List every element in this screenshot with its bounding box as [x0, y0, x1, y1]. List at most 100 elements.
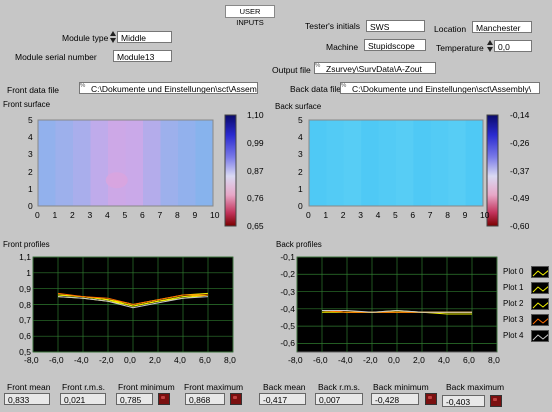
back-profiles-x-tick: 6,0 [463, 355, 475, 365]
front-profiles-x-tick: 6,0 [199, 355, 211, 365]
front-heatmap-cell [143, 120, 161, 206]
back-profiles-x-tick: -8,0 [288, 355, 303, 365]
front-rms-label: Front r.m.s. [62, 382, 105, 392]
legend-item[interactable]: Plot 2 [501, 298, 551, 312]
temperature-field[interactable]: 0,0 [494, 40, 532, 52]
legend-swatch-icon [531, 266, 549, 278]
back-min-label: Back minimum [373, 382, 429, 392]
location-label: Location [434, 24, 467, 34]
front-profiles-y-tick: 0,5 [19, 347, 31, 357]
back-scale-tick: -0,26 [510, 137, 530, 148]
module-type-label: Module type [62, 33, 109, 43]
machine-field[interactable]: Stupidscope [364, 39, 426, 51]
front-surface-x-tick: 4 [105, 210, 110, 220]
front-profiles-y-tick: 1,1 [19, 252, 31, 262]
front-scale-tick: 1,10 [247, 110, 264, 120]
back-surface-y-tick: 4 [298, 132, 303, 143]
back-heatmap-cell [413, 120, 432, 206]
front-mean-label: Front mean [7, 382, 51, 392]
testers-initials-field[interactable]: SWS [366, 20, 425, 32]
path-icon: %​ [315, 63, 321, 69]
back-min-led-icon [425, 393, 437, 405]
front-scale-tick: 0,65 [247, 221, 264, 231]
legend-item[interactable]: Plot 0 [501, 266, 551, 280]
back-profiles-y-tick: -0,1 [280, 252, 295, 262]
legend-label: Plot 0 [503, 267, 524, 276]
front-profiles-x-tick: -4,0 [74, 355, 89, 365]
path-icon: %​ [80, 83, 86, 89]
front-surface-y-tick: 4 [28, 132, 33, 143]
temperature-label: Temperature [436, 43, 484, 53]
legend-item[interactable]: Plot 3 [501, 314, 551, 328]
front-surface-y-tick: 3 [28, 149, 33, 160]
back-surface-x-tick: 10 [480, 210, 490, 220]
back-rms-label: Back r.m.s. [318, 382, 361, 392]
front-profiles-y-tick: 1 [26, 267, 31, 278]
back-surface-x-tick: 4 [375, 210, 381, 220]
module-type-spinner-icon[interactable] [110, 31, 116, 43]
legend-item[interactable]: Plot 4 [501, 330, 551, 344]
back-surface-x-tick: 2 [340, 210, 346, 220]
back-mean-value: -0,417 [259, 393, 306, 405]
user-inputs-title: USER INPUTS [225, 5, 275, 27]
machine-label: Machine [326, 42, 359, 52]
back-scale-tick: -0,49 [510, 193, 530, 204]
legend-label: Plot 1 [503, 283, 524, 292]
front-surface-x-tick: 6 [140, 210, 145, 220]
back-scale-tick: -0,60 [510, 221, 530, 231]
back-profiles-y-tick: -0,4 [280, 303, 295, 314]
front-surface-x-tick: 5 [122, 210, 128, 220]
front-data-file-field[interactable]: %​ C:\Dokumente und Einstellungen\sct\As… [79, 82, 258, 94]
back-max-label: Back maximum [446, 382, 505, 392]
legend-label: Plot 3 [503, 315, 524, 324]
module-type-field[interactable]: Middle [117, 31, 172, 43]
front-rms-value: 0,021 [60, 393, 106, 405]
front-profiles-x-tick: 2,0 [149, 355, 161, 365]
front-heatmap-cell [125, 120, 144, 206]
legend-swatch-icon [531, 314, 549, 326]
back-heatmap-cell [430, 120, 449, 206]
back-surface-x-tick: 1 [323, 210, 329, 220]
back-surface-x-tick: 5 [393, 210, 398, 220]
back-data-file-field[interactable]: %​ C:\Dokumente und Einstellungen\sct\As… [340, 82, 540, 94]
legend-label: Plot 4 [503, 331, 524, 340]
front-scale-tick: 0,76 [247, 193, 264, 204]
front-heatmap-cell [73, 120, 91, 206]
back-surface-y-tick: 1 [298, 183, 303, 194]
path-icon: %​ [341, 83, 347, 89]
output-file-field[interactable]: %​ Zsurvey\SurvData\A-Zout [314, 62, 436, 74]
back-heatmap-cell [465, 120, 484, 206]
front-surface-x-tick: 7 [157, 210, 163, 220]
front-surface-y-tick: 1 [28, 183, 33, 194]
back-profiles-x-tick: -6,0 [313, 355, 328, 365]
back-profiles-x-tick: -2,0 [363, 355, 378, 365]
module-serial-field[interactable]: Module13 [113, 50, 172, 62]
back-max-value: -0,403 [442, 395, 485, 407]
front-max-led-icon [230, 393, 242, 405]
legend-swatch-icon [531, 330, 549, 342]
front-color-scale [224, 114, 237, 227]
back-profiles-x-tick: 2,0 [413, 355, 425, 365]
front-scale-tick: 0,99 [247, 137, 264, 148]
legend-item[interactable]: Plot 1 [501, 282, 551, 296]
back-surface-x-tick: 6 [410, 210, 416, 220]
back-surface-y-tick: 2 [298, 166, 303, 177]
front-surface-y-tick: 0 [28, 201, 33, 211]
back-profiles-y-tick: -0,5 [280, 321, 295, 332]
output-file-label: Output file [272, 65, 311, 75]
front-profiles-y-tick: 0,8 [19, 299, 31, 310]
back-heatmap-cell [309, 120, 327, 206]
back-surface-x-tick: 9 [462, 210, 468, 220]
legend-swatch-icon [531, 282, 549, 294]
back-surface-x-tick: 8 [445, 210, 450, 220]
front-surface-y-tick: 5 [28, 115, 33, 125]
front-heatmap-cell [38, 120, 56, 206]
back-profiles-y-tick: -0,2 [280, 269, 295, 280]
front-profiles-x-tick: 0,0 [124, 355, 136, 365]
front-heatmap-cell [108, 120, 126, 206]
front-heatmap-cell [178, 120, 196, 206]
temperature-spinner-icon[interactable] [487, 40, 493, 52]
front-profiles-title: Front profiles [3, 240, 50, 249]
location-field[interactable]: Manchester [472, 21, 532, 33]
front-data-file-value: C:\Dokumente und Einstellungen\sct\Assem… [91, 84, 258, 94]
